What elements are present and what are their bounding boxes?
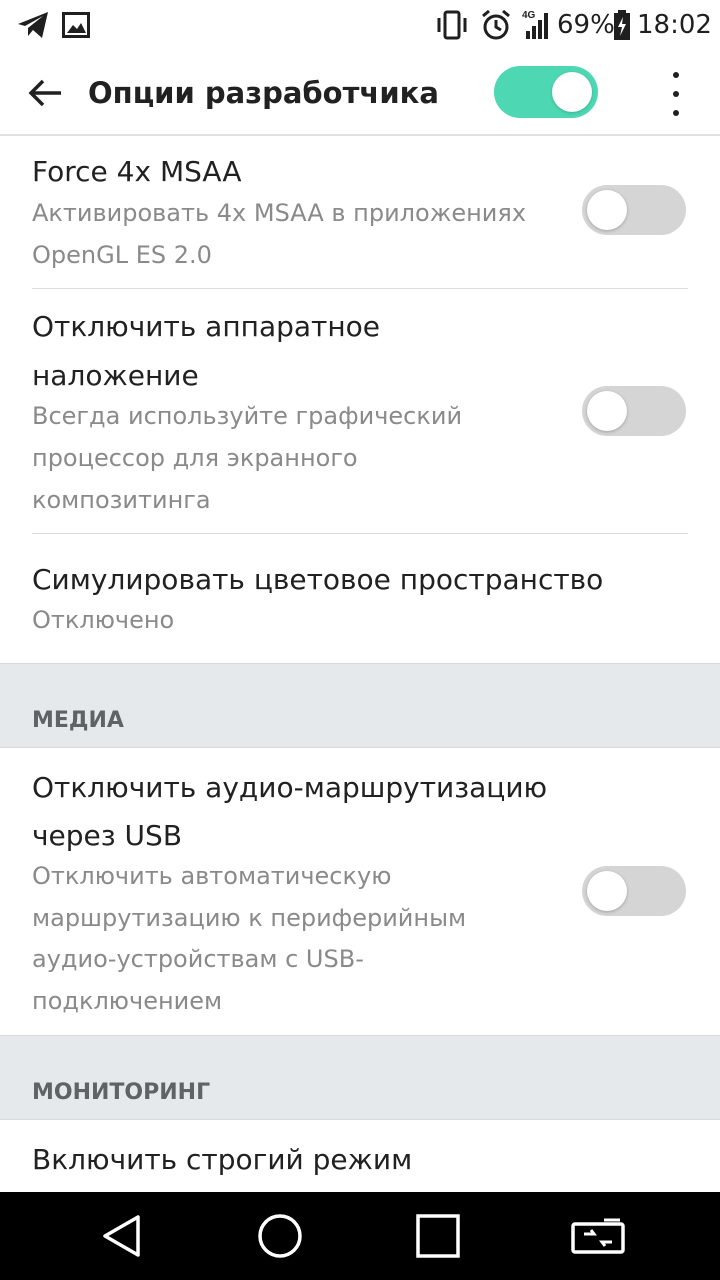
disable-usb-audio-toggle[interactable]	[582, 866, 686, 916]
back-button[interactable]	[18, 66, 72, 120]
pref-title-line: Отключить аудио-маршрутизацию	[32, 771, 548, 804]
pref-summary-line: процессор для экранного	[32, 444, 358, 472]
section-label: МЕДИА	[32, 708, 124, 733]
signal-icon: 4G	[520, 8, 552, 42]
more-vert-icon	[673, 72, 679, 78]
pref-summary-line: Всегда используйте графический	[32, 402, 463, 430]
toggle-knob	[587, 871, 627, 911]
pref-force-msaa[interactable]: Force 4x MSAA Активировать 4x MSAA в при…	[0, 138, 720, 288]
pref-disable-usb-audio-routing[interactable]: Отключить аудио-маршрутизацию через USB …	[0, 748, 720, 1035]
navigation-bar	[0, 1192, 720, 1280]
pref-strict-mode[interactable]: Включить строгий режим	[0, 1120, 720, 1192]
section-header-monitoring: МОНИТОРИНГ	[0, 1035, 720, 1120]
nav-home-button[interactable]	[248, 1204, 312, 1268]
more-vert-icon-dot	[673, 110, 679, 116]
pref-title: Включить строгий режим	[32, 1143, 413, 1176]
pref-simulate-color-space[interactable]: Симулировать цветовое пространство Отклю…	[0, 534, 720, 664]
pref-summary: Отключено	[32, 606, 175, 634]
toggle-knob	[587, 190, 627, 230]
pref-summary-line: композитинга	[32, 486, 211, 514]
settings-list[interactable]: Force 4x MSAA Активировать 4x MSAA в при…	[0, 138, 720, 1192]
pref-summary-line: OpenGL ES 2.0	[32, 241, 212, 269]
pref-title: Force 4x MSAA	[32, 155, 242, 188]
disable-hw-overlays-toggle[interactable]	[582, 386, 686, 436]
section-label: МОНИТОРИНГ	[32, 1080, 211, 1105]
nav-dual-window-button[interactable]	[566, 1204, 630, 1268]
network-type-label: 4G	[522, 10, 536, 21]
telegram-icon	[16, 8, 50, 42]
pref-title-line: через USB	[32, 819, 183, 852]
section-header-media: МЕДИА	[0, 663, 720, 748]
back-triangle-icon	[103, 1215, 140, 1257]
status-bar: 4G 69% 18:02	[0, 0, 720, 50]
nav-back-button[interactable]	[90, 1204, 154, 1268]
pref-summary-line: Активировать 4x MSAA в приложениях	[32, 199, 527, 227]
developer-options-master-toggle[interactable]	[494, 66, 598, 118]
pref-summary-line: маршрутизацию к периферийным	[32, 904, 467, 932]
pref-disable-hw-overlays[interactable]: Отключить аппаратное наложение Всегда ис…	[0, 289, 720, 533]
page-title: Опции разработчика	[88, 76, 439, 110]
vibrate-icon	[434, 8, 470, 42]
pref-summary-line: аудио-устройствам с USB-	[32, 945, 364, 973]
gallery-icon	[62, 8, 90, 42]
alarm-icon	[480, 8, 512, 42]
nav-recents-button[interactable]	[406, 1204, 470, 1268]
clock: 18:02	[637, 10, 712, 40]
dual-window-icon	[571, 1218, 625, 1254]
overflow-menu-button[interactable]	[652, 68, 700, 120]
pref-title-line: Отключить аппаратное	[32, 310, 381, 343]
arrow-back-icon	[28, 79, 61, 107]
pref-summary-line: Отключить автоматическую	[32, 862, 392, 890]
toggle-knob	[587, 391, 627, 431]
toggle-knob	[552, 72, 592, 112]
more-vert-icon-dot	[673, 91, 679, 97]
recents-square-icon	[416, 1214, 460, 1258]
pref-title-line: наложение	[32, 359, 199, 392]
force-msaa-toggle[interactable]	[582, 185, 686, 235]
pref-summary-line: подключением	[32, 987, 223, 1015]
battery-charging-icon	[612, 8, 632, 42]
battery-percent: 69%	[557, 10, 615, 40]
app-bar: Опции разработчика	[0, 50, 720, 136]
pref-title: Симулировать цветовое пространство	[32, 563, 604, 596]
home-circle-icon	[258, 1214, 302, 1258]
